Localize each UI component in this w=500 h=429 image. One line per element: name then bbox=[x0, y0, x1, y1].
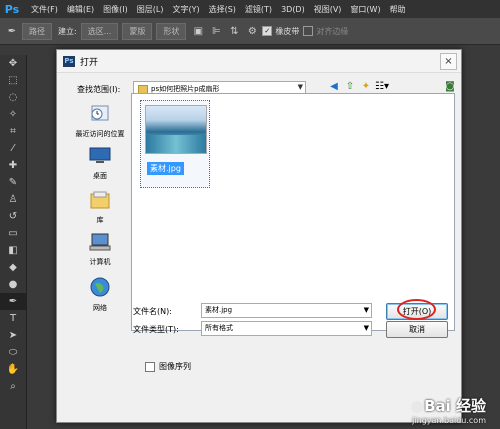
back-icon[interactable]: ◀ bbox=[327, 80, 341, 94]
place-computer[interactable]: 计算机 bbox=[69, 232, 131, 267]
file-item-name: 素材.jpg bbox=[147, 162, 184, 175]
file-type-value: 所有格式 bbox=[205, 324, 233, 332]
chevron-down-icon: ▼ bbox=[363, 324, 369, 332]
dialog-title: 打开 bbox=[80, 57, 99, 68]
tools-panel: ✥ ⬚ ◌ ✧ ⌗ ⁄ ✚ ✎ ♙ ↺ ▭ ◧ ◆ ● ✒ T ➤ ⬭ ✋ ⌕ bbox=[0, 55, 27, 429]
shape-tool-icon[interactable]: ⬭ bbox=[0, 344, 26, 361]
type-tool-icon[interactable]: T bbox=[0, 310, 26, 327]
crop-tool-icon[interactable]: ⌗ bbox=[0, 123, 26, 140]
gear-icon[interactable]: ⚙ bbox=[246, 25, 258, 37]
dodge-tool-icon[interactable]: ● bbox=[0, 276, 26, 293]
eraser-tool-icon[interactable]: ▭ bbox=[0, 225, 26, 242]
mask-button[interactable]: 蒙版 bbox=[122, 22, 153, 40]
image-sequence-checkbox[interactable] bbox=[145, 361, 155, 372]
place-desktop[interactable]: 桌面 bbox=[69, 146, 131, 181]
path-arrangement-icon[interactable]: ⇅ bbox=[228, 25, 240, 37]
menu-edit[interactable]: 编辑(E) bbox=[67, 4, 94, 15]
path-operations-icon[interactable]: ▣ bbox=[192, 25, 204, 37]
chevron-down-icon: ▼ bbox=[297, 83, 303, 91]
cancel-button[interactable]: 取消 bbox=[386, 321, 448, 338]
menu-help[interactable]: 帮助 bbox=[390, 4, 406, 15]
library-icon bbox=[90, 191, 110, 209]
baidu-watermark: Bai 经验 jingyan.baidu.com bbox=[410, 395, 486, 425]
new-folder-icon[interactable]: ✦ bbox=[359, 80, 373, 94]
clone-stamp-tool-icon[interactable]: ♙ bbox=[0, 191, 26, 208]
gradient-tool-icon[interactable]: ◧ bbox=[0, 242, 26, 259]
place-label-desktop: 桌面 bbox=[93, 172, 107, 180]
photoshop-app-icon: Ps bbox=[63, 55, 75, 67]
baidu-paw-icon bbox=[411, 400, 424, 413]
selection-button[interactable]: 选区... bbox=[80, 22, 119, 40]
adobe-bridge-icon[interactable]: ◙ bbox=[443, 80, 457, 94]
menu-view[interactable]: 视图(V) bbox=[314, 4, 342, 15]
blur-tool-icon[interactable]: ◆ bbox=[0, 259, 26, 276]
shape-button[interactable]: 形状 bbox=[156, 22, 187, 40]
build-label: 建立: bbox=[58, 26, 77, 36]
open-dialog: Ps 打开 × 查找范围(I): ps如何把照片p成扇形 ▼ ◀ ⇧ ✦ ☷▾ … bbox=[56, 49, 462, 423]
history-brush-tool-icon[interactable]: ↺ bbox=[0, 208, 26, 225]
place-network[interactable]: 网络 bbox=[69, 276, 131, 313]
rubber-band-label: 橡皮带 bbox=[275, 26, 300, 36]
align-edges-label: 对齐边缘 bbox=[316, 26, 349, 36]
up-folder-icon[interactable]: ⇧ bbox=[343, 80, 357, 94]
computer-icon bbox=[89, 233, 111, 251]
chevron-down-icon[interactable]: ▼ bbox=[364, 304, 369, 317]
menu-type[interactable]: 文字(Y) bbox=[172, 4, 199, 15]
align-edges-checkbox[interactable]: ✓ bbox=[303, 26, 314, 36]
file-name-field[interactable]: 素材.jpg ▼ bbox=[201, 303, 372, 318]
menu-filter[interactable]: 滤镜(T) bbox=[245, 4, 272, 15]
place-label-libraries: 库 bbox=[96, 216, 104, 224]
pen-tool-icon[interactable]: ✒ bbox=[6, 25, 18, 37]
recent-places-icon bbox=[91, 105, 109, 121]
watermark-url: jingyan.baidu.com bbox=[412, 416, 486, 425]
file-type-label: 文件类型(T): bbox=[133, 325, 179, 334]
path-alignment-icon[interactable]: ⊫ bbox=[210, 25, 222, 37]
pen-tool-icon[interactable]: ✒ bbox=[0, 293, 26, 310]
eyedropper-tool-icon[interactable]: ⁄ bbox=[0, 140, 26, 157]
options-bar: ✒ 路径 建立: 选区... 蒙版 形状 ▣ ⊫ ⇅ ⚙ ✓ 橡皮带 ✓ 对齐边… bbox=[0, 18, 500, 45]
rubber-band-checkbox[interactable]: ✓ bbox=[262, 26, 273, 36]
menu-select[interactable]: 选择(S) bbox=[209, 4, 236, 15]
file-name-value: 素材.jpg bbox=[205, 306, 233, 314]
dialog-titlebar: Ps 打开 bbox=[57, 50, 461, 73]
place-label-network: 网络 bbox=[93, 304, 107, 312]
image-sequence-label: 图像序列 bbox=[159, 362, 191, 371]
photoshop-logo: Ps bbox=[4, 2, 20, 16]
lasso-tool-icon[interactable]: ◌ bbox=[0, 89, 26, 106]
file-type-select[interactable]: 所有格式 ▼ bbox=[201, 321, 372, 336]
menu-3d[interactable]: 3D(D) bbox=[281, 5, 305, 14]
place-label-recent: 最近访问的位置 bbox=[75, 130, 125, 138]
menu-bar: Ps 文件(F) 编辑(E) 图像(I) 图层(L) 文字(Y) 选择(S) 滤… bbox=[0, 0, 500, 18]
place-label-computer: 计算机 bbox=[89, 258, 111, 266]
menu-file[interactable]: 文件(F) bbox=[31, 4, 58, 15]
zoom-tool-icon[interactable]: ⌕ bbox=[0, 378, 26, 395]
watermark-main: Bai 经验 bbox=[424, 397, 486, 415]
move-tool-icon[interactable]: ✥ bbox=[0, 55, 26, 72]
close-button[interactable]: × bbox=[440, 53, 457, 70]
path-selection-tool-icon[interactable]: ➤ bbox=[0, 327, 26, 344]
menu-window[interactable]: 窗口(W) bbox=[350, 4, 380, 15]
file-item[interactable]: 素材.jpg bbox=[140, 100, 210, 188]
desktop-icon bbox=[89, 147, 111, 163]
places-bar: 最近访问的位置 桌面 库 计算机 网络 bbox=[69, 102, 131, 332]
marquee-tool-icon[interactable]: ⬚ bbox=[0, 72, 26, 89]
file-list[interactable]: 素材.jpg bbox=[131, 93, 455, 331]
file-name-label: 文件名(N): bbox=[133, 307, 172, 316]
menu-image[interactable]: 图像(I) bbox=[103, 4, 128, 15]
mode-select[interactable]: 路径 bbox=[22, 22, 52, 40]
hand-tool-icon[interactable]: ✋ bbox=[0, 361, 26, 378]
menu-layer[interactable]: 图层(L) bbox=[137, 4, 164, 15]
image-thumbnail bbox=[145, 105, 207, 154]
magic-wand-tool-icon[interactable]: ✧ bbox=[0, 106, 26, 123]
place-recent[interactable]: 最近访问的位置 bbox=[69, 102, 131, 139]
brush-tool-icon[interactable]: ✎ bbox=[0, 174, 26, 191]
navigation-icons: ◀ ⇧ ✦ ☷▾ ◙ bbox=[327, 80, 459, 94]
healing-brush-tool-icon[interactable]: ✚ bbox=[0, 157, 26, 174]
view-menu-icon[interactable]: ☷▾ bbox=[375, 80, 389, 94]
look-in-label: 查找范围(I): bbox=[77, 84, 121, 94]
image-sequence-option[interactable]: 图像序列 bbox=[145, 361, 191, 372]
network-globe-icon bbox=[90, 277, 110, 297]
place-libraries[interactable]: 库 bbox=[69, 190, 131, 225]
annotation-circle bbox=[397, 299, 436, 320]
